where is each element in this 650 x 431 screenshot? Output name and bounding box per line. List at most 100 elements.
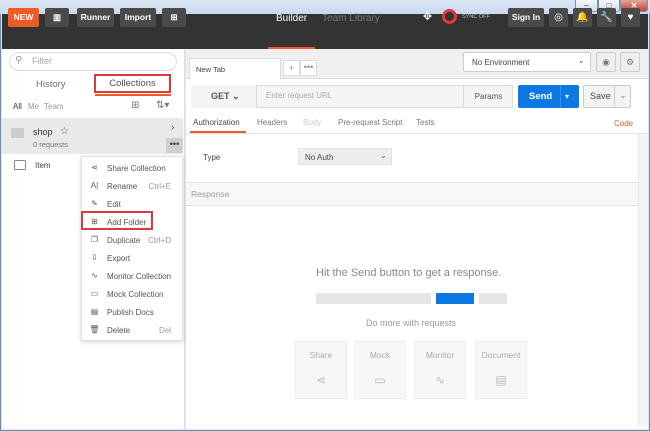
menu-item-duplicate[interactable]: ❐ Duplicate Ctrl+D bbox=[89, 235, 179, 249]
runner-button[interactable]: Runner bbox=[77, 8, 114, 27]
folder-item[interactable]: Item bbox=[35, 161, 51, 170]
sign-in-button[interactable]: Sign In bbox=[508, 8, 544, 27]
collections-tab-indicator bbox=[95, 94, 171, 96]
do-more-label: Do more with requests bbox=[366, 318, 457, 328]
tab-builder[interactable]: Builder bbox=[276, 13, 307, 24]
duplicate-icon: ❐ bbox=[90, 235, 99, 244]
document-card[interactable]: Document ▤ bbox=[475, 341, 527, 399]
menu-item-mock-collection[interactable]: ▭ Mock Collection bbox=[89, 289, 179, 303]
tab-collections[interactable]: Collections bbox=[94, 74, 171, 93]
tab-team-library[interactable]: Team Library bbox=[322, 13, 380, 24]
heart-icon[interactable]: ♥ bbox=[621, 8, 640, 27]
request-tab[interactable]: New Tab bbox=[189, 58, 281, 79]
method-select[interactable]: GET ⌄ bbox=[191, 85, 257, 108]
folder-icon bbox=[14, 160, 26, 170]
collection-folder-icon bbox=[11, 128, 24, 138]
menu-item-label: Delete bbox=[107, 326, 131, 335]
send-button[interactable]: Send bbox=[518, 85, 579, 108]
menu-item-label: Share Collection bbox=[107, 164, 166, 173]
environment-select[interactable]: No Environment bbox=[463, 52, 591, 72]
collection-count: 0 requests bbox=[33, 140, 69, 149]
tab-history[interactable]: History bbox=[36, 79, 66, 90]
menu-item-label: Publish Docs bbox=[107, 308, 154, 317]
tab-pre-request-script[interactable]: Pre-request Script bbox=[338, 118, 402, 127]
tab-headers[interactable]: Headers bbox=[257, 118, 287, 127]
bell-icon[interactable]: 🔔 bbox=[573, 8, 592, 27]
mock-card[interactable]: Mock ▭ bbox=[354, 341, 406, 399]
save-dropdown-icon[interactable]: ⌄ bbox=[614, 85, 631, 108]
export-icon: ⇩ bbox=[91, 253, 98, 262]
send-split-divider bbox=[560, 85, 561, 108]
menu-item-label: Export bbox=[107, 254, 131, 263]
response-label: Response bbox=[191, 189, 230, 199]
send-dropdown-icon[interactable]: ▾ bbox=[565, 85, 569, 108]
import-button[interactable]: Import bbox=[120, 8, 156, 27]
menu-item-publish-docs[interactable]: ▤ Publish Docs bbox=[89, 307, 179, 321]
layout-toggle-button[interactable]: ▥ bbox=[45, 8, 69, 27]
share-icon: ⋖ bbox=[315, 373, 327, 387]
document-icon: ▤ bbox=[495, 373, 507, 387]
params-button[interactable]: Params bbox=[463, 85, 513, 108]
star-icon[interactable]: ☆ bbox=[60, 126, 69, 137]
interceptor-icon[interactable]: ✥ bbox=[418, 8, 437, 27]
eye-icon[interactable]: ◉ bbox=[596, 52, 616, 72]
monitor-icon: ∿ bbox=[91, 271, 98, 280]
new-window-button[interactable]: ⊞ bbox=[162, 8, 186, 27]
mock-icon: ▭ bbox=[90, 289, 99, 298]
sort-icon[interactable]: ⇅▾ bbox=[156, 100, 169, 111]
menu-item-shortcut: Del bbox=[158, 326, 171, 335]
rename-icon: A| bbox=[90, 181, 99, 190]
chevron-down-icon: ⌄ bbox=[232, 91, 240, 101]
menu-item-label: Duplicate bbox=[107, 236, 141, 245]
add-tab-icon[interactable]: + bbox=[283, 60, 300, 76]
menu-item-monitor-collection[interactable]: ∿ Monitor Collection bbox=[89, 271, 179, 285]
placeholder-bar bbox=[479, 293, 507, 304]
search-icon: ⚲ bbox=[15, 55, 23, 66]
filter-all[interactable]: All bbox=[13, 102, 22, 111]
placeholder-bar bbox=[316, 293, 431, 304]
mock-icon: ▭ bbox=[374, 373, 386, 387]
subtab-divider bbox=[186, 133, 648, 134]
gear-icon[interactable]: ⚙ bbox=[620, 52, 640, 72]
monitor-card[interactable]: Monitor ∿ bbox=[414, 341, 466, 399]
share-icon: ⋖ bbox=[91, 163, 98, 172]
auth-type-label: Type bbox=[203, 153, 221, 162]
add-collection-icon[interactable]: ⊞ bbox=[131, 100, 139, 111]
menu-item-export[interactable]: ⇩ Export bbox=[89, 253, 179, 267]
collection-row[interactable] bbox=[2, 118, 183, 154]
menu-item-label: Rename bbox=[107, 182, 138, 191]
sync-status-label: SYNC OFF bbox=[462, 14, 490, 20]
tab-authorization[interactable]: Authorization bbox=[193, 118, 240, 127]
collection-name: shop bbox=[33, 127, 53, 137]
menu-item-delete[interactable]: 🗑 Delete Del bbox=[89, 325, 179, 339]
menu-item-label: Mock Collection bbox=[107, 290, 164, 299]
filter-team[interactable]: Team bbox=[44, 102, 64, 111]
pencil-icon: ✎ bbox=[91, 199, 98, 208]
satellite-icon[interactable]: ◎ bbox=[549, 8, 568, 27]
menu-item-share-collection[interactable]: ⋖ Share Collection bbox=[89, 163, 179, 177]
tab-body[interactable]: Body bbox=[303, 118, 321, 127]
chevron-down-icon: ⌄ bbox=[380, 151, 387, 160]
code-link[interactable]: Code bbox=[614, 119, 633, 128]
url-input[interactable]: Enter request URL bbox=[262, 85, 460, 108]
chevron-right-icon[interactable]: › bbox=[171, 122, 174, 133]
share-card[interactable]: Share ⋖ bbox=[295, 341, 347, 399]
scrollbar[interactable] bbox=[638, 134, 648, 426]
filter-me[interactable]: Me bbox=[28, 102, 39, 111]
wrench-icon[interactable]: 🔧 bbox=[597, 8, 616, 27]
empty-response-hint: Hit the Send button to get a response. bbox=[316, 267, 502, 279]
tab-tests[interactable]: Tests bbox=[416, 118, 435, 127]
menu-item-shortcut: Ctrl+E bbox=[148, 182, 171, 191]
monitor-icon: ∿ bbox=[434, 373, 446, 387]
new-button[interactable]: NEW bbox=[8, 8, 39, 27]
add-folder-highlight bbox=[81, 211, 153, 230]
menu-item-rename[interactable]: A| Rename Ctrl+E bbox=[89, 181, 179, 195]
new-window-icon: ⊞ bbox=[170, 12, 178, 22]
tab-menu-icon[interactable]: ••• bbox=[300, 60, 317, 76]
menu-item-shortcut: Ctrl+D bbox=[148, 236, 171, 245]
more-options-button[interactable]: ••• bbox=[166, 138, 183, 153]
auth-type-select[interactable]: No Auth bbox=[298, 148, 392, 165]
filter-placeholder: Filter bbox=[32, 56, 52, 66]
sync-status-icon[interactable] bbox=[442, 9, 457, 24]
chevron-down-icon: ⌄ bbox=[578, 56, 585, 65]
